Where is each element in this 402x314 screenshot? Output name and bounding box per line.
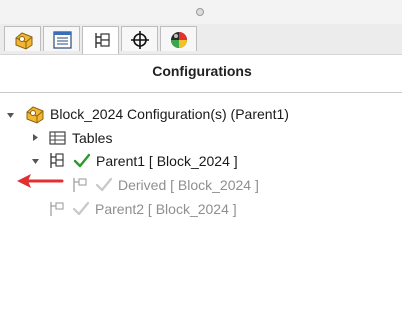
tree-item-derived[interactable]: Derived [ Block_2024 ]: [71, 174, 259, 196]
panel-grip-bar[interactable]: [0, 0, 402, 24]
tree-root-row[interactable]: Block_2024 Configuration(s) (Parent1): [24, 103, 289, 125]
configuration-manager-icon: [95, 33, 110, 48]
part-icon: [26, 106, 44, 124]
feature-manager-icon: [15, 32, 33, 50]
tab-feature-manager[interactable]: [4, 26, 41, 51]
inactive-check-icon: [72, 201, 90, 216]
tab-divider: [0, 54, 402, 55]
expand-arrow-down-icon[interactable]: [31, 157, 40, 166]
crosshair-icon: [131, 31, 149, 49]
panel-title: Configurations: [152, 63, 252, 79]
tree-item-tables[interactable]: Tables: [49, 127, 112, 149]
tab-property-manager[interactable]: [43, 26, 80, 51]
tree-item-parent2-label: Parent2 [ Block_2024 ]: [95, 201, 237, 217]
tree-item-derived-label: Derived [ Block_2024 ]: [118, 177, 259, 193]
tree-item-parent2[interactable]: Parent2 [ Block_2024 ]: [48, 198, 237, 220]
tree-item-parent1-label: Parent1 [ Block_2024 ]: [96, 153, 238, 169]
tree-root-label: Block_2024 Configuration(s) (Parent1): [50, 106, 289, 122]
tab-display-manager[interactable]: [160, 26, 197, 51]
tree-item-parent1[interactable]: Parent1 [ Block_2024 ]: [48, 150, 238, 172]
configuration-icon: [50, 202, 64, 216]
active-check-icon: [73, 153, 91, 168]
annotation-arrow-icon: [17, 174, 64, 188]
expand-arrow-down-icon[interactable]: [6, 111, 15, 120]
tree-item-tables-label: Tables: [72, 130, 113, 146]
title-underline: [0, 92, 402, 93]
appearance-sphere-icon: [171, 32, 187, 48]
manager-tab-bar: [0, 24, 402, 55]
grip-handle-icon[interactable]: [196, 8, 204, 16]
configuration-manager-icon: [50, 153, 64, 168]
tables-folder-icon: [49, 131, 66, 145]
tab-dimxpert-manager[interactable]: [121, 26, 158, 51]
expand-arrow-right-icon[interactable]: [31, 133, 40, 142]
property-manager-icon: [53, 31, 72, 49]
derived-configuration-icon: [73, 178, 87, 192]
inactive-check-icon: [95, 177, 113, 192]
tab-configuration-manager[interactable]: [82, 26, 119, 54]
